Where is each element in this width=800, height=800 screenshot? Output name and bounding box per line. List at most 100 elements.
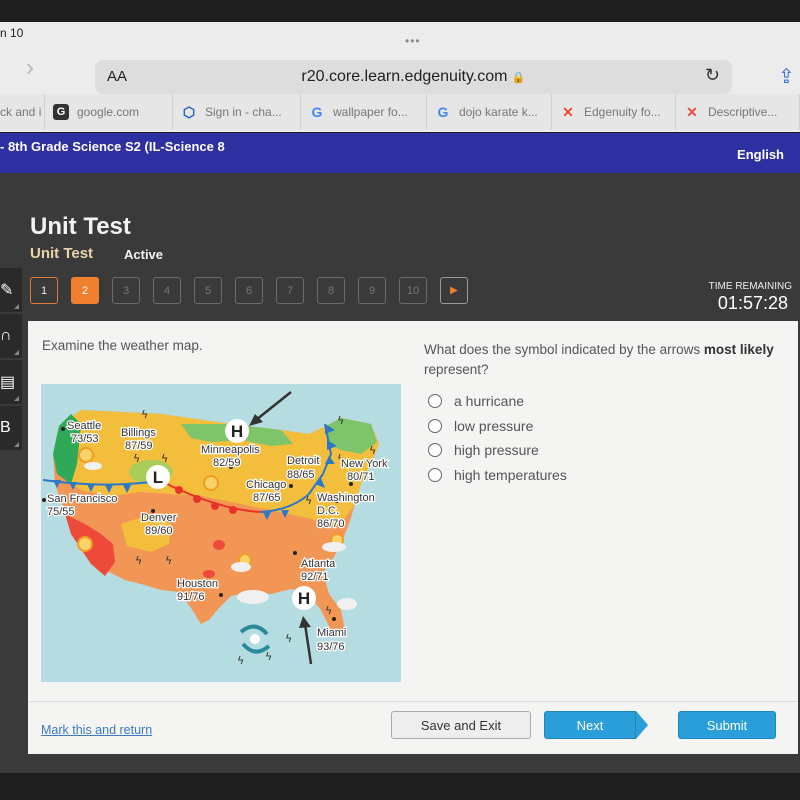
edgenuity-icon: ✕ [686, 103, 698, 120]
city-houston-temps: 91/76 [177, 591, 205, 603]
svg-text:ϟ: ϟ [161, 452, 168, 465]
reload-icon[interactable]: ↻ [705, 65, 720, 86]
question-emphasis-2: likely [739, 342, 774, 357]
question-button-9[interactable]: 9 [358, 277, 386, 304]
radio-button[interactable] [428, 394, 442, 409]
question-button-2[interactable]: 2 [71, 277, 99, 304]
tab-item[interactable]: Gdojo karate k... [427, 94, 552, 130]
tab-item[interactable]: ✕ Edgenuity fo... [552, 94, 676, 130]
answer-option-hurricane[interactable]: a hurricane [428, 389, 567, 414]
city-seattle: Seattle [67, 420, 101, 432]
more-dots-icon[interactable]: ••• [405, 34, 421, 48]
question-button-10[interactable]: 10 [399, 277, 427, 304]
next-button-arrow[interactable] [636, 711, 648, 739]
google-icon: G [311, 104, 323, 120]
edgenuity-icon: ✕ [562, 103, 574, 120]
question-part-2: represent? [424, 362, 489, 377]
option-label: high temperatures [454, 466, 567, 483]
tab-label: ck and i [0, 105, 42, 119]
next-button[interactable]: Next [544, 711, 636, 739]
tab-item[interactable]: Gwallpaper fo... [301, 94, 427, 130]
tab-label: Edgenuity fo... [584, 105, 661, 119]
language-button[interactable]: English [737, 147, 784, 162]
city-denver: Denver [141, 512, 177, 524]
course-bar: - 8th Grade Science S2 (IL-Science 8 Eng… [0, 133, 800, 173]
page-title: Unit Test [30, 213, 131, 240]
weather-map: ϟ ϟ ϟ ϟ ϟ ϟ ϟ ϟ ϟ ϟ ϟ ϟ ϟ H L H Seattle … [41, 384, 401, 682]
test-area: Unit Test Unit Test Active 1 2 3 4 5 6 7… [0, 173, 800, 773]
question-panel: Examine the weather map. ϟ ϟ ϟ ϟ ϟ ϟ ϟ ϟ… [28, 321, 798, 754]
answer-option-low-pressure[interactable]: low pressure [428, 414, 567, 439]
tab-label: dojo karate k... [459, 105, 538, 119]
answer-option-high-pressure[interactable]: high pressure [428, 438, 567, 463]
prompt-text: Examine the weather map. [42, 338, 203, 353]
city-atlanta-temps: 92/71 [301, 571, 329, 583]
forward-icon[interactable]: › [26, 54, 34, 82]
question-button-1[interactable]: 1 [30, 277, 58, 304]
calculator-icon[interactable]: ▤ [0, 360, 22, 404]
high-pressure-symbol-gulf: H [292, 586, 316, 610]
city-new-york-temps: 80/71 [347, 471, 375, 483]
question-button-7[interactable]: 7 [276, 277, 304, 304]
weather-map-svg: ϟ ϟ ϟ ϟ ϟ ϟ ϟ ϟ ϟ ϟ ϟ ϟ ϟ H L H Seattle … [41, 384, 401, 682]
tab-item[interactable]: ✕ Descriptive... [676, 94, 800, 130]
google-dark-icon: G [53, 104, 69, 120]
url-text[interactable]: r20.core.learn.edgenuity.com 🔒 [95, 68, 732, 86]
city-new-york: New York [341, 458, 388, 470]
google-icon: G [437, 104, 449, 120]
svg-text:ϟ: ϟ [133, 452, 140, 465]
svg-text:ϟ: ϟ [265, 650, 272, 663]
address-bar[interactable]: AA r20.core.learn.edgenuity.com 🔒 ↻ [95, 60, 732, 94]
city-washington-temps: 86/70 [317, 518, 345, 530]
low-pressure-symbol: L [146, 465, 170, 489]
submit-button[interactable]: Submit [678, 711, 776, 739]
tab-bar: ck and i Ggoogle.com ⬡ Sign in - cha... G… [0, 94, 800, 130]
city-billings: Billings [121, 427, 156, 439]
option-label: high pressure [454, 442, 539, 459]
svg-text:ϟ: ϟ [369, 444, 376, 457]
screen: n 10 ••• › AA r20.core.learn.edgenuity.c… [0, 0, 800, 800]
answer-options: a hurricane low pressure high pressure h… [428, 389, 567, 487]
radio-button[interactable] [428, 443, 442, 458]
tab-label: Sign in - cha... [205, 105, 282, 119]
mark-and-return-link[interactable]: Mark this and return [41, 723, 152, 737]
city-minneapolis: Minneapolis [201, 444, 260, 456]
city-denver-temps: 89/60 [145, 525, 173, 537]
option-label: low pressure [454, 417, 534, 434]
question-button-5[interactable]: 5 [194, 277, 222, 304]
tab-item[interactable]: ⬡ Sign in - cha... [173, 94, 301, 130]
city-minneapolis-temps: 82/59 [213, 457, 241, 469]
city-chicago-temps: 87/65 [253, 492, 281, 504]
radio-button[interactable] [428, 418, 442, 433]
radio-button[interactable] [428, 467, 442, 482]
question-nav: 1 2 3 4 5 6 7 8 9 10 ▶ [30, 277, 468, 304]
question-button-6[interactable]: 6 [235, 277, 263, 304]
reference-icon[interactable]: B [0, 406, 22, 450]
city-san-francisco-temps: 75/55 [47, 506, 75, 518]
tool-sidebar: ✎ ∩ ▤ B [0, 268, 22, 452]
answer-option-high-temperatures[interactable]: high temperatures [428, 463, 567, 488]
svg-text:L: L [153, 468, 163, 487]
headphones-icon[interactable]: ∩ [0, 314, 22, 358]
next-questions-button[interactable]: ▶ [440, 277, 468, 304]
pencil-icon[interactable]: ✎ [0, 268, 22, 312]
activity-title: Unit Test [30, 245, 94, 262]
city-seattle-temps: 73/53 [71, 433, 99, 445]
time-remaining-value: 01:57:28 [717, 293, 788, 313]
activity-status: Active [124, 247, 164, 262]
svg-text:H: H [231, 422, 243, 441]
question-button-4[interactable]: 4 [153, 277, 181, 304]
option-label: a hurricane [454, 393, 525, 410]
status-bar-time: n 10 [0, 26, 24, 40]
question-button-3[interactable]: 3 [112, 277, 140, 304]
svg-text:ϟ: ϟ [237, 654, 244, 667]
footer-divider [28, 701, 798, 702]
tab-item[interactable]: Ggoogle.com [45, 94, 173, 130]
save-and-exit-button[interactable]: Save and Exit [391, 711, 531, 739]
share-icon[interactable]: ⇪ [778, 64, 795, 89]
question-button-8[interactable]: 8 [317, 277, 345, 304]
tab-item[interactable]: ck and i [0, 94, 45, 130]
svg-text:ϟ: ϟ [285, 632, 292, 645]
high-pressure-symbol-north: H [225, 419, 249, 443]
question-part-1: What does the symbol indicated by the ar… [424, 342, 704, 357]
